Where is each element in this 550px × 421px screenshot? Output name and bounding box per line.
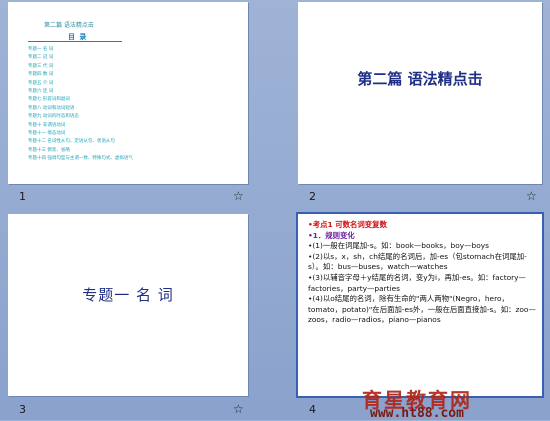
slide-thumbnail-3[interactable]: 专题一 名 词 <box>8 214 248 396</box>
slide-number-2: 2 <box>309 190 316 203</box>
toc-item: 专题十一 情态动词 <box>28 131 66 137</box>
toc-item: 专题七 形容词和副词 <box>28 97 70 103</box>
slide-thumbnail-4[interactable]: •考点1 可数名词变复数 •1．规则变化 •(1)一般在词尾加-s。如：book… <box>296 212 544 398</box>
watermark-url: www.ht88.com <box>370 406 464 421</box>
transition-star-icon[interactable]: ☆ <box>233 402 244 416</box>
toc-item: 专题一 名 词 <box>28 47 54 52</box>
toc-item: 专题十 非谓语动词 <box>28 122 66 128</box>
slide-4-point: •(1)一般在词尾加-s。如：book—books，boy—boys <box>308 241 489 251</box>
toc-item: 专题九 动词的时态和语态 <box>28 114 79 120</box>
toc-item: 专题四 数 词 <box>28 72 54 78</box>
slide-number-1: 1 <box>19 190 26 203</box>
slide-4-point: •(4)以o结尾的名词，除有生命的"两人两物"(Negro，hero，tomat… <box>308 294 536 325</box>
transition-star-icon[interactable]: ☆ <box>526 189 537 203</box>
transition-star-icon[interactable]: ☆ <box>233 189 244 203</box>
slide-4-point: •(2)以s，x，sh，ch结尾的名词后，加-es（包stomach在词尾加-s… <box>308 251 527 272</box>
slide-1-header: 第二篇 语法精点击 <box>44 22 94 29</box>
slide-3-title: 专题一 名 词 <box>82 286 174 304</box>
slide-number-4: 4 <box>309 403 316 416</box>
slide-4-heading: •考点1 可数名词变复数 <box>308 220 387 229</box>
toc-item: 专题六 连 词 <box>28 89 54 95</box>
slide-thumbnail-2[interactable]: 第二篇 语法精点击 <box>298 2 542 184</box>
toc-item: 专题二 冠 词 <box>28 55 54 61</box>
slide-thumbnail-1[interactable]: 第二篇 语法精点击 目 录 专题一 名 词 专题二 冠 词 专题三 代 词 专题… <box>8 2 248 184</box>
toc-item: 专题五 介 词 <box>28 80 54 86</box>
slide-1-divider <box>28 41 122 42</box>
toc-item: 专题三 代 词 <box>28 63 54 69</box>
slide-number-3: 3 <box>19 403 26 416</box>
toc-item: 专题十四 强调句型与主谓一致、特殊句式、虚拟语气 <box>28 156 133 162</box>
slide-4-point: •(3)以辅音字母＋y结尾的名词，变y为i，再加-es。如：factory—fa… <box>308 272 526 293</box>
toc-item: 专题十二 名词性从句、定语从句、状语从句 <box>28 139 115 145</box>
slide-2-title: 第二篇 语法精点击 <box>357 70 483 88</box>
slide-4-body: •考点1 可数名词变复数 •1．规则变化 •(1)一般在词尾加-s。如：book… <box>308 220 536 326</box>
slide-1-toc-list: 专题一 名 词 专题二 冠 词 专题三 代 词 专题四 数 词 专题五 介 词 … <box>28 46 168 164</box>
toc-item: 专题八 动词和动词短语 <box>28 105 75 111</box>
toc-item: 专题十三 倒装、省略 <box>28 147 70 153</box>
slide-4-subheading: •1．规则变化 <box>308 230 355 240</box>
site-watermark: 育星教育网 www.ht88.com <box>356 386 546 421</box>
